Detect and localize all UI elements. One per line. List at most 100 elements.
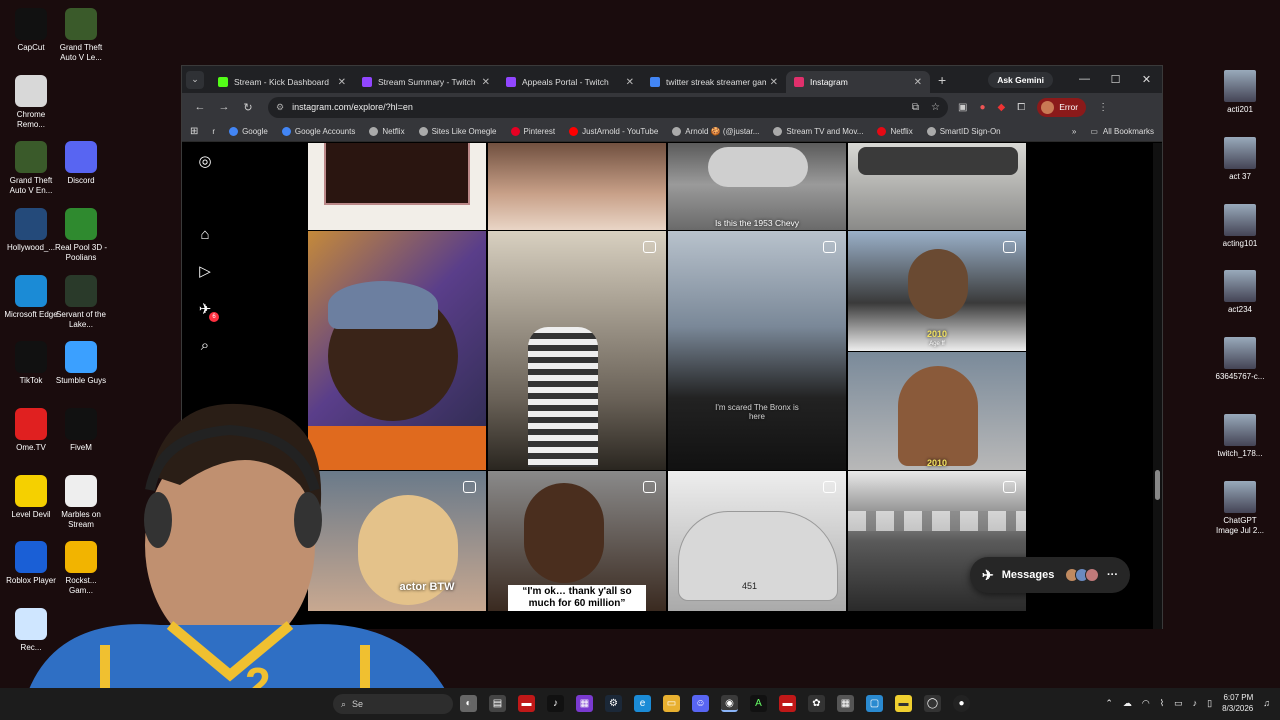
close-tab-icon[interactable]: ✕ [914,77,922,88]
extension-icon[interactable]: ● [979,102,985,113]
maximize-icon[interactable]: ☐ [1100,73,1131,86]
app-icon[interactable]: ◐ [460,695,477,712]
chrome-icon[interactable]: ◉ [721,695,738,712]
close-tab-icon[interactable]: ✕ [770,77,778,88]
app-icon[interactable]: ▬ [518,695,535,712]
wifi-icon[interactable]: ◠ [1142,698,1150,709]
desktop-file[interactable]: act 37 [1212,137,1268,182]
reels-icon[interactable]: ▷ [196,263,214,281]
grid-post[interactable] [308,143,486,230]
display-icon[interactable]: ▭ [1174,698,1183,709]
forward-icon[interactable]: → [212,101,236,113]
profile-error-button[interactable]: Error [1037,97,1087,117]
notification-bell-icon[interactable]: ♫ [1263,698,1270,708]
install-app-icon[interactable]: ⧉ [912,102,919,113]
close-tab-icon[interactable]: ✕ [626,77,634,88]
desktop-shortcut[interactable]: Real Pool 3D - Poolians [53,208,109,263]
bookmark-star-icon[interactable]: ☆ [931,102,940,113]
browser-tab[interactable]: Stream - Kick Dashboard ✕ [210,71,354,93]
close-window-icon[interactable]: ✕ [1131,73,1162,86]
browser-tab[interactable]: twitter streak streamer gam ✕ [642,71,786,93]
tab-search-chevron-icon[interactable]: ⌄ [186,70,204,89]
onedrive-icon[interactable]: ☁ [1123,698,1132,709]
bookmark-item[interactable]: Pinterest [510,126,555,136]
site-info-icon[interactable]: ⚙ [276,102,284,113]
taskbar-search[interactable]: ⌕ Se [333,694,453,714]
volume-icon[interactable]: ♪ [1193,698,1198,708]
desktop-shortcut[interactable]: TikTok [3,341,59,386]
search-icon[interactable]: ⌕ [196,337,214,355]
browser-tab[interactable]: Appeals Portal - Twitch ✕ [498,71,642,93]
bookmark-item[interactable]: JustArnold - YouTube [569,126,658,136]
browser-tab[interactable]: Instagram ✕ [786,71,930,93]
app-icon[interactable]: ▬ [779,695,796,712]
reload-icon[interactable]: ↻ [236,101,260,114]
close-tab-icon[interactable]: ✕ [482,77,490,88]
bookmark-item[interactable]: Google Accounts [281,126,355,136]
grid-post[interactable]: “I'm ok… thank y'all so much for 60 mill… [488,471,666,611]
desktop-shortcut[interactable]: Microsoft Edge [3,275,59,320]
grid-post[interactable]: I'm scared The Bronx is here [668,231,846,470]
desktop-shortcut[interactable]: Discord [53,141,109,186]
app-icon[interactable]: ✿ [808,695,825,712]
desktop-shortcut[interactable]: Chrome Remo... [3,75,59,130]
grid-post[interactable]: 451 [668,471,846,611]
grid-post[interactable]: Is this the 1953 Chevy [668,143,846,230]
omnibox[interactable]: ⚙ instagram.com/explore/?hl=en ⧉ ☆ [268,96,948,118]
edge-icon[interactable]: e [634,695,651,712]
ask-gemini-button[interactable]: Ask Gemini [988,71,1053,88]
desktop-file[interactable]: act234 [1212,270,1268,315]
desktop-file[interactable]: 63645767-c... [1212,337,1268,382]
bookmark-item[interactable]: r [212,127,215,136]
bookmark-item[interactable]: Netflix [369,126,405,136]
tiktok-icon[interactable]: ♪ [547,695,564,712]
scroll-thumb[interactable] [1155,470,1160,500]
bookmark-item[interactable]: Google [229,126,268,136]
instagram-logo-icon[interactable]: ◎ [196,153,214,171]
grid-post[interactable] [488,231,666,470]
kebab-menu-icon[interactable]: ⋮ [1098,102,1108,113]
app-icon[interactable]: A [750,695,767,712]
bookmark-item[interactable]: Stream TV and Mov... [773,126,863,136]
clock[interactable]: 6:07 PM 8/3/2026 [1222,692,1253,714]
grid-post[interactable]: 2010 [848,352,1026,470]
home-icon[interactable]: ⌂ [196,226,214,244]
desktop-shortcut[interactable]: CapCut [3,8,59,53]
minimize-icon[interactable]: — [1069,73,1100,86]
sticky-notes-icon[interactable]: ▬ [895,695,912,712]
obs-icon[interactable]: ● [953,695,970,712]
desktop-file[interactable]: acting101 [1212,204,1268,249]
page-scrollbar[interactable] [1153,143,1162,629]
bookmark-item[interactable]: Netflix [877,126,913,136]
more-icon[interactable]: ··· [1107,569,1118,581]
messages-button[interactable]: ✈ Messages ··· [970,557,1130,593]
bookmark-item[interactable]: Sites Like Omegle [418,126,497,136]
desktop-shortcut[interactable]: Hollywood_... [3,208,59,253]
desktop-shortcut[interactable]: Servant of the Lake... [53,275,109,330]
desktop-file[interactable]: twitch_178... [1212,414,1268,459]
calculator-icon[interactable]: ▦ [837,695,854,712]
back-icon[interactable]: ← [188,101,212,113]
grid-post[interactable]: 2010 Age ff [848,231,1026,351]
grid-post[interactable] [488,143,666,230]
browser-tab[interactable]: Stream Summary - Twitch ✕ [354,71,498,93]
more-bookmarks-icon[interactable]: » [1072,127,1076,136]
apps-grid-icon[interactable]: ⊞ [190,126,198,137]
desktop-file[interactable]: acti201 [1212,70,1268,115]
app-icon[interactable]: ▢ [866,695,883,712]
extension-icon[interactable]: ◆ [998,102,1006,113]
desktop-file[interactable]: ChatGPT Image Jul 2... [1212,481,1268,536]
task-view-icon[interactable]: ▤ [489,695,506,712]
desktop-shortcut[interactable]: Grand Theft Auto V Le... [53,8,109,63]
discord-icon[interactable]: ☺ [692,695,709,712]
tray-chevron-icon[interactable]: ⌃ [1105,698,1113,709]
messenger-icon[interactable]: ✈ 6 [196,301,219,322]
new-tab-button[interactable]: + [938,72,946,88]
app-icon[interactable]: ▦ [576,695,593,712]
bookmark-item[interactable]: SmartID Sign-On [926,126,1001,136]
steam-icon[interactable]: ⚙ [605,695,622,712]
desktop-shortcut[interactable]: Grand Theft Auto V En... [3,141,59,196]
bookmark-item[interactable]: Arnold 🍪 (@justar... [672,126,759,136]
all-bookmarks-button[interactable]: All Bookmarks [1103,127,1154,136]
battery-icon[interactable]: ▯ [1207,698,1212,709]
